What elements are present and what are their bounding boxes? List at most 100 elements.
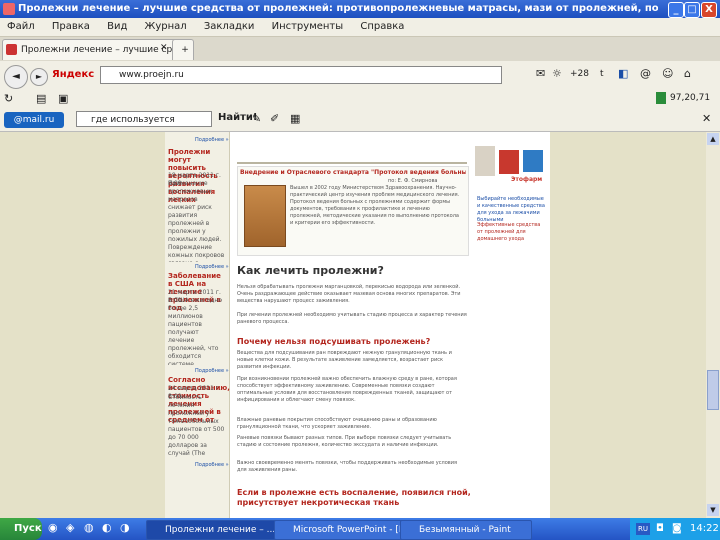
- quicklaunch-icon[interactable]: ◈: [66, 521, 74, 534]
- taskbar-paint[interactable]: Безымянный - Paint: [400, 520, 532, 540]
- section-paragraph: Влажные раневые покрытия способствуют оч…: [237, 417, 437, 430]
- quicklaunch-icon[interactable]: ◍: [84, 521, 94, 534]
- news-more-link[interactable]: Подробнее »: [195, 462, 229, 468]
- book-author: по: Е. Ф. Смирнова: [388, 178, 438, 184]
- tray-volume-icon[interactable]: ◙: [672, 518, 682, 540]
- quicklaunch-icon[interactable]: ◉: [48, 521, 58, 534]
- mailru-search-input[interactable]: где используется протокол: [76, 111, 212, 141]
- language-indicator[interactable]: RU: [636, 523, 650, 535]
- back-arrow-icon: ◄: [12, 71, 20, 82]
- product-image[interactable]: [499, 150, 519, 174]
- page-viewport: Подробнее » Пролежни могут повысить веро…: [0, 132, 706, 518]
- section-heading: Если в пролежне есть воспаление, появилс…: [237, 488, 471, 507]
- menu-help[interactable]: Справка: [353, 18, 411, 36]
- product-image[interactable]: [523, 150, 543, 172]
- task-label: Пролежни лечение – ...: [165, 525, 276, 535]
- url-text: www.proejn.ru: [119, 70, 184, 80]
- task-label: Безымянный - Paint: [419, 525, 511, 535]
- minimize-button[interactable]: _: [668, 2, 684, 18]
- menu-bar: Файл Правка Вид Журнал Закладки Инструме…: [0, 18, 720, 37]
- rating-value: 97,20,71: [670, 93, 711, 103]
- weather-icon[interactable]: ☼: [552, 67, 562, 80]
- maximize-button[interactable]: □: [684, 2, 700, 18]
- section-paragraph: Нельзя обрабатывать пролежни марганцовко…: [237, 284, 461, 304]
- mail-icon[interactable]: ✉: [536, 67, 545, 80]
- rating-icon: [656, 92, 666, 104]
- news-more-link[interactable]: Подробнее »: [195, 368, 229, 374]
- address-bar[interactable]: www.proejn.ru: [100, 66, 502, 84]
- tab-bar: Пролежни лечение – лучшие средства от ..…: [0, 37, 720, 61]
- window-title-bar: Пролежни лечение – лучшие средства от пр…: [0, 0, 720, 18]
- menu-bookmarks[interactable]: Закладки: [197, 18, 262, 36]
- task-label: Microsoft PowerPoint - [Н...: [293, 525, 414, 535]
- book-description: Вышел в 2002 году Министерством Здравоох…: [290, 185, 460, 226]
- highlight-icon[interactable]: ✎: [252, 112, 261, 125]
- menu-file[interactable]: Файл: [0, 18, 42, 36]
- quicklaunch-icon[interactable]: ◑: [120, 521, 130, 534]
- section-paragraph: Важно своевременно менять повязки, чтобы…: [237, 460, 457, 473]
- tool-letter[interactable]: t: [600, 69, 604, 79]
- section-paragraph: При лечении пролежней необходимо учитыва…: [237, 312, 467, 325]
- news-more-link[interactable]: Подробнее »: [195, 137, 229, 143]
- save-icon[interactable]: ▣: [58, 92, 68, 105]
- system-tray: RU ◘ ◙ 14:22: [630, 518, 720, 540]
- yandex-logo: Яндекс: [52, 69, 95, 80]
- news-text: Стоимость лечения пролежней у тяжелоболь…: [168, 394, 225, 457]
- menu-history[interactable]: Журнал: [138, 18, 194, 36]
- user-icon[interactable]: ☺: [662, 67, 673, 80]
- book-promo: Внедрение и Отраслевого стандарта "Прото…: [237, 166, 469, 256]
- brand-label: Этофарм: [511, 176, 543, 183]
- menu-tools[interactable]: Инструменты: [265, 18, 351, 36]
- back-button[interactable]: ◄: [4, 65, 28, 89]
- product-image[interactable]: [475, 146, 495, 176]
- clipboard-icon[interactable]: ▤: [36, 92, 46, 105]
- tools-icon[interactable]: ✐: [270, 112, 279, 125]
- reload-icon[interactable]: ↻: [4, 92, 13, 105]
- quicklaunch-icon[interactable]: ◐: [102, 521, 112, 534]
- tray-network-icon[interactable]: ◘: [656, 518, 664, 540]
- start-button[interactable]: Пуск: [0, 518, 42, 540]
- menu-view[interactable]: Вид: [100, 18, 134, 36]
- taskbar-firefox[interactable]: Пролежни лечение – ...: [146, 520, 288, 540]
- section-paragraph: Раневые повязки бывают разных типов. При…: [237, 435, 452, 448]
- scroll-thumb[interactable]: [707, 370, 719, 410]
- divider: [237, 162, 467, 164]
- counter-badge: +28: [570, 69, 589, 79]
- home-icon[interactable]: ⌂: [684, 67, 691, 80]
- section-heading: Почему нельзя подсушивать пролежень?: [237, 337, 431, 346]
- mailru-logo[interactable]: @mail.ru: [4, 112, 64, 128]
- extensions-toolbar: ↻ ▤ ▣ 97,20,71: [0, 89, 720, 109]
- book-caption[interactable]: Внедрение и Отраслевого стандарта "Прото…: [240, 169, 466, 176]
- forward-button[interactable]: ►: [30, 68, 48, 86]
- news-more-link[interactable]: Подробнее »: [195, 264, 229, 270]
- close-button[interactable]: X: [701, 2, 717, 18]
- section-paragraph: При возникновении пролежней важно обеспе…: [237, 376, 457, 403]
- tab-active[interactable]: Пролежни лечение – лучшие средства от ..…: [2, 39, 177, 60]
- forward-arrow-icon: ►: [35, 72, 43, 81]
- news-text: В США ежегодно более 2,5 миллионов пацие…: [168, 297, 222, 365]
- toolbar-close-icon[interactable]: ✕: [702, 112, 711, 125]
- window-title: Пролежни лечение – лучшие средства от пр…: [18, 3, 658, 14]
- ad-link[interactable]: Выбирайте необходимые и качественные сре…: [477, 196, 545, 224]
- web-page: Подробнее » Пролежни могут повысить веро…: [165, 132, 550, 518]
- taskbar-powerpoint[interactable]: Microsoft PowerPoint - [Н...: [274, 520, 414, 540]
- new-tab-button[interactable]: +: [172, 39, 194, 60]
- calendar-icon[interactable]: ▦: [290, 112, 300, 125]
- favicon-icon: [6, 44, 17, 55]
- news-sidebar: Подробнее » Пролежни могут повысить веро…: [165, 132, 230, 518]
- ad-link[interactable]: Эффективные средства от пролежней для до…: [477, 222, 545, 243]
- section-heading: Как лечить пролежни?: [237, 264, 384, 277]
- scroll-up-icon[interactable]: ▲: [707, 133, 719, 145]
- section-paragraph: Вещества для подсушивания ран повреждают…: [237, 350, 452, 370]
- translate-icon[interactable]: ◧: [618, 67, 628, 80]
- scroll-down-icon[interactable]: ▼: [707, 504, 719, 516]
- vertical-scrollbar[interactable]: ▲ ▼: [706, 132, 720, 518]
- tab-label: Пролежни лечение – лучшие средства от ..…: [21, 45, 176, 55]
- book-cover-image[interactable]: [244, 185, 286, 247]
- at-icon[interactable]: @: [640, 67, 651, 80]
- menu-edit[interactable]: Правка: [45, 18, 97, 36]
- firefox-icon: [3, 3, 15, 15]
- clock: 14:22: [690, 523, 719, 534]
- tab-close-icon[interactable]: ✕: [160, 43, 168, 53]
- start-label: Пуск: [14, 523, 42, 534]
